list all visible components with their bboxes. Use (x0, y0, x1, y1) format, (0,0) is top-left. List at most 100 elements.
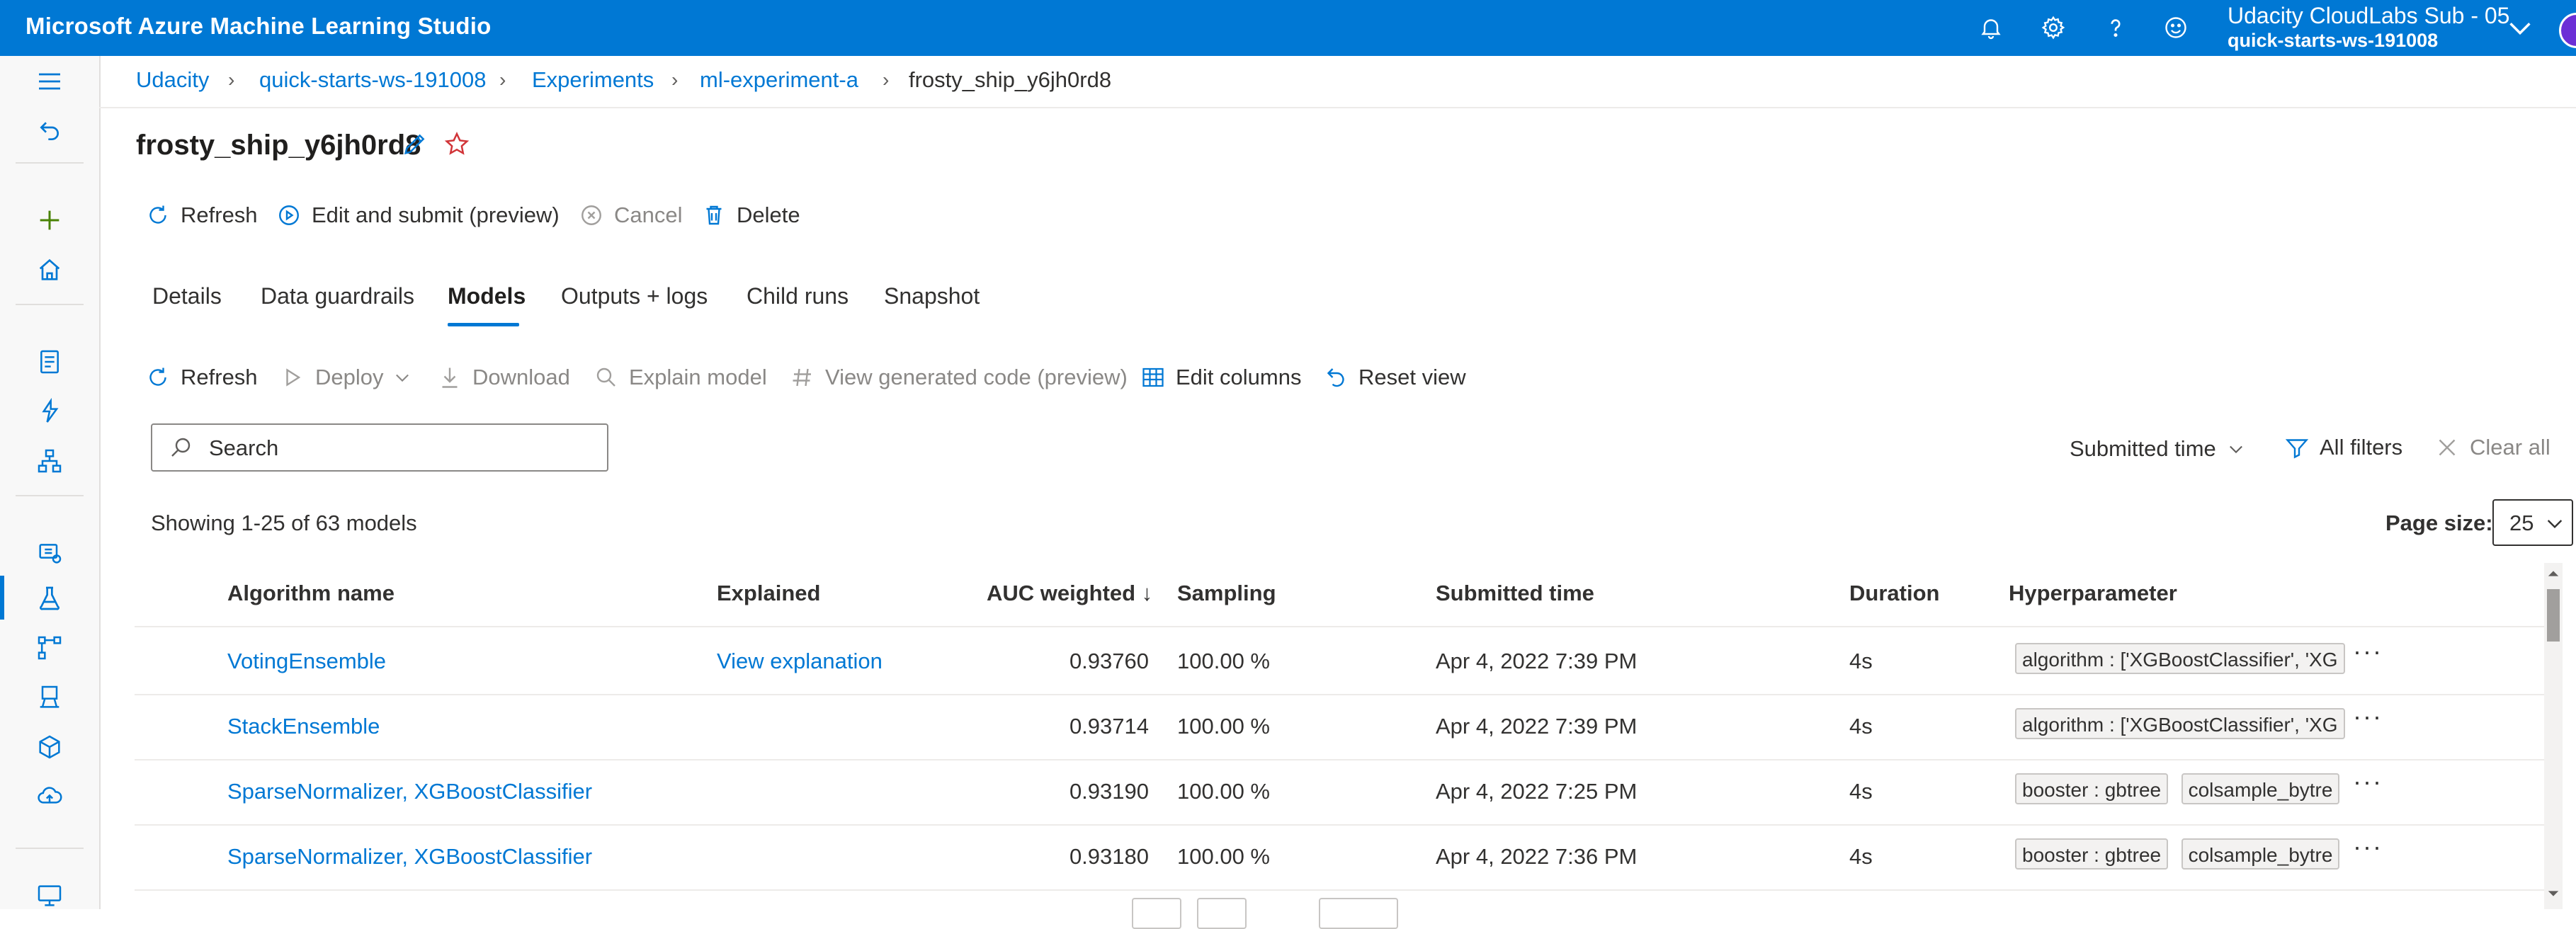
bell-icon[interactable] (1973, 10, 2009, 45)
hyperparameter-chip: colsample_bytre (2181, 773, 2340, 804)
algorithm-link[interactable]: StackEnsemble (227, 714, 380, 739)
breadcrumb-item-udacity[interactable]: Udacity (136, 67, 209, 93)
sort-dropdown[interactable]: Submitted time (2070, 436, 2246, 462)
account-name[interactable]: Udacity CloudLabs Sub - 05 (2228, 3, 2509, 29)
designer-icon[interactable] (31, 443, 68, 479)
table-row[interactable]: StackEnsemble 0.93714 100.00 % Apr 4, 20… (135, 694, 2550, 760)
breadcrumb-item-workspace[interactable]: quick-starts-ws-191008 (259, 67, 486, 93)
algorithm-link[interactable]: VotingEnsemble (227, 649, 386, 674)
reset-view-button[interactable]: Reset view (1323, 365, 1466, 390)
page-size-select[interactable]: 25 (2492, 499, 2573, 546)
chevron-down-icon[interactable] (2504, 11, 2536, 44)
pencil-icon[interactable] (401, 130, 429, 158)
more-options-icon[interactable]: ··· (2353, 704, 2391, 735)
hyperparameter-chip: colsample_bytre (2181, 838, 2340, 870)
back-icon[interactable] (31, 113, 68, 149)
column-header-submitted-time[interactable]: Submitted time (1436, 581, 1594, 606)
more-options-icon[interactable]: ··· (2353, 639, 2391, 670)
hamburger-menu-icon[interactable] (31, 63, 68, 100)
explain-model-label: Explain model (629, 365, 767, 389)
chevron-right-icon: › (883, 69, 890, 91)
models-icon[interactable] (31, 679, 68, 716)
sampling-value: 100.00 % (1177, 844, 1270, 869)
scroll-up-arrow-icon[interactable] (2547, 566, 2560, 581)
star-icon[interactable] (443, 130, 471, 159)
results-count: Showing 1-25 of 63 models (151, 511, 417, 535)
table-row[interactable]: VotingEnsemble View explanation 0.93760 … (135, 629, 2550, 695)
table-row[interactable]: SparseNormalizer, XGBoostClassifier 0.93… (135, 759, 2550, 826)
pipelines-icon[interactable] (31, 629, 68, 666)
column-header-auc-weighted[interactable]: AUC weighted ↓ (987, 581, 1152, 606)
clear-all-button[interactable]: Clear all (2434, 435, 2551, 460)
reset-icon (1327, 368, 1344, 387)
column-header-hyperparameter[interactable]: Hyperparameter (2009, 581, 2177, 606)
download-button[interactable]: Download (437, 365, 570, 390)
tab-outputs-logs[interactable]: Outputs + logs (561, 283, 708, 309)
pagination-button[interactable] (1132, 898, 1181, 929)
pagination-button[interactable] (1197, 898, 1247, 929)
all-filters-button[interactable]: All filters (2284, 435, 2402, 460)
scroll-down-arrow-icon[interactable] (2547, 887, 2560, 901)
cancel-circle-icon (581, 205, 601, 225)
nav-divider (16, 495, 84, 496)
active-tab-indicator (448, 323, 519, 326)
models-refresh-button[interactable]: Refresh (145, 365, 258, 390)
breadcrumb-item-experiments[interactable]: Experiments (532, 67, 654, 93)
breadcrumb-current: frosty_ship_y6jh0rd8 (909, 67, 1112, 92)
edit-submit-button[interactable]: Edit and submit (preview) (276, 203, 560, 228)
column-header-explained[interactable]: Explained (717, 581, 820, 606)
avatar[interactable] (2559, 13, 2576, 48)
nav-divider (16, 848, 84, 849)
tab-snapshot[interactable]: Snapshot (884, 283, 980, 309)
edit-columns-button[interactable]: Edit columns (1140, 365, 1301, 390)
left-nav (0, 56, 101, 909)
table-row[interactable]: SparseNormalizer, XGBoostClassifier 0.93… (135, 824, 2550, 891)
view-explanation-link[interactable]: View explanation (717, 649, 883, 674)
notebook-icon[interactable] (31, 343, 68, 380)
tab-child-runs[interactable]: Child runs (747, 283, 849, 309)
tab-details[interactable]: Details (152, 283, 222, 309)
more-options-icon[interactable]: ··· (2353, 834, 2391, 865)
tab-models[interactable]: Models (448, 283, 526, 309)
endpoints-icon[interactable] (31, 729, 68, 765)
experiments-icon[interactable] (31, 580, 68, 617)
column-header-sampling[interactable]: Sampling (1177, 581, 1276, 606)
auc-value: 0.93180 (1069, 844, 1149, 869)
deploy-button[interactable]: Deploy (280, 365, 412, 390)
breadcrumb-item-experiment[interactable]: ml-experiment-a (700, 67, 858, 93)
refresh-icon (149, 205, 166, 224)
view-generated-code-button[interactable]: View generated code (preview) (790, 365, 1128, 390)
algorithm-link[interactable]: SparseNormalizer, XGBoostClassifier (227, 779, 592, 804)
chevron-right-icon: › (671, 69, 679, 91)
run-refresh-button[interactable]: Refresh (145, 203, 258, 228)
plus-icon[interactable] (31, 202, 68, 239)
scrollbar-thumb[interactable] (2547, 589, 2560, 642)
cloud-icon[interactable] (31, 778, 68, 815)
sampling-value: 100.00 % (1177, 714, 1270, 739)
cancel-button[interactable]: Cancel (579, 203, 683, 228)
more-options-icon[interactable]: ··· (2353, 769, 2391, 800)
delete-button[interactable]: Delete (701, 203, 800, 228)
column-header-algorithm[interactable]: Algorithm name (227, 581, 395, 606)
app-title: Microsoft Azure Machine Learning Studio (25, 13, 492, 39)
home-icon[interactable] (31, 251, 68, 288)
help-icon[interactable] (2098, 10, 2133, 45)
hyperparameter-cell: algorithm : ['XGBoostClassifier', 'XG (2015, 643, 2348, 678)
column-header-duration[interactable]: Duration (1849, 581, 1939, 606)
duration-value: 4s (1849, 714, 1873, 739)
breadcrumb: Udacity › quick-starts-ws-191008 › Exper… (99, 56, 2576, 108)
pagination-button[interactable] (1319, 898, 1398, 929)
reset-view-label: Reset view (1358, 365, 1466, 389)
compute-icon[interactable] (31, 877, 68, 914)
explain-model-button[interactable]: Explain model (594, 365, 767, 390)
automl-icon[interactable] (31, 393, 68, 430)
datasets-icon[interactable] (31, 535, 68, 571)
search-input[interactable] (208, 432, 593, 465)
account-workspace[interactable]: quick-starts-ws-191008 (2228, 30, 2438, 52)
hyperparameter-chip: booster : gbtree (2015, 773, 2169, 804)
algorithm-link[interactable]: SparseNormalizer, XGBoostClassifier (227, 844, 592, 870)
sort-label: Submitted time (2070, 436, 2216, 461)
smiley-icon[interactable] (2158, 10, 2194, 45)
gear-icon[interactable] (2036, 10, 2071, 45)
tab-data-guardrails[interactable]: Data guardrails (261, 283, 414, 309)
